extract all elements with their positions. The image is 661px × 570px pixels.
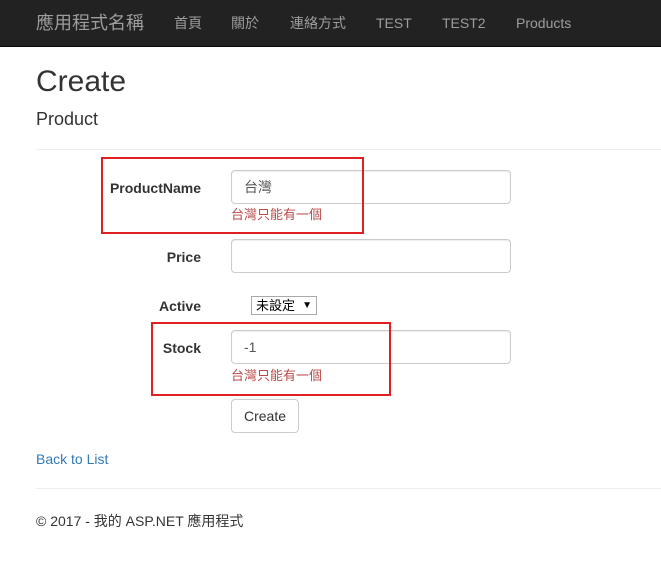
highlight-box-product-name xyxy=(101,157,364,234)
divider xyxy=(36,149,661,150)
nav-link-about[interactable]: 關於 xyxy=(231,14,259,32)
active-select[interactable]: 未設定 ▼ xyxy=(251,296,317,315)
page-title: Create xyxy=(36,65,127,98)
nav-link-test2[interactable]: TEST2 xyxy=(442,14,486,32)
page-subtitle: Product xyxy=(36,109,99,129)
price-input[interactable] xyxy=(231,239,511,273)
back-to-list-link[interactable]: Back to List xyxy=(36,450,108,468)
chevron-down-icon: ▼ xyxy=(302,300,312,311)
footer-divider xyxy=(36,488,661,489)
create-button[interactable]: Create xyxy=(231,399,299,433)
nav-link-products[interactable]: Products xyxy=(516,14,571,32)
brand-link[interactable]: 應用程式名稱 xyxy=(36,12,144,34)
nav-link-home[interactable]: 首頁 xyxy=(174,14,202,32)
active-label: Active xyxy=(158,298,201,314)
active-select-value: 未設定 xyxy=(256,298,296,313)
highlight-box-stock xyxy=(151,322,391,396)
nav-link-contact[interactable]: 連絡方式 xyxy=(290,14,346,32)
price-label: Price xyxy=(166,249,201,265)
navbar: 應用程式名稱 首頁 關於 連絡方式 TEST TEST2 Products xyxy=(0,0,661,47)
footer-text: © 2017 - 我的 ASP.NET 應用程式 xyxy=(36,513,244,529)
nav-link-test[interactable]: TEST xyxy=(376,14,412,32)
